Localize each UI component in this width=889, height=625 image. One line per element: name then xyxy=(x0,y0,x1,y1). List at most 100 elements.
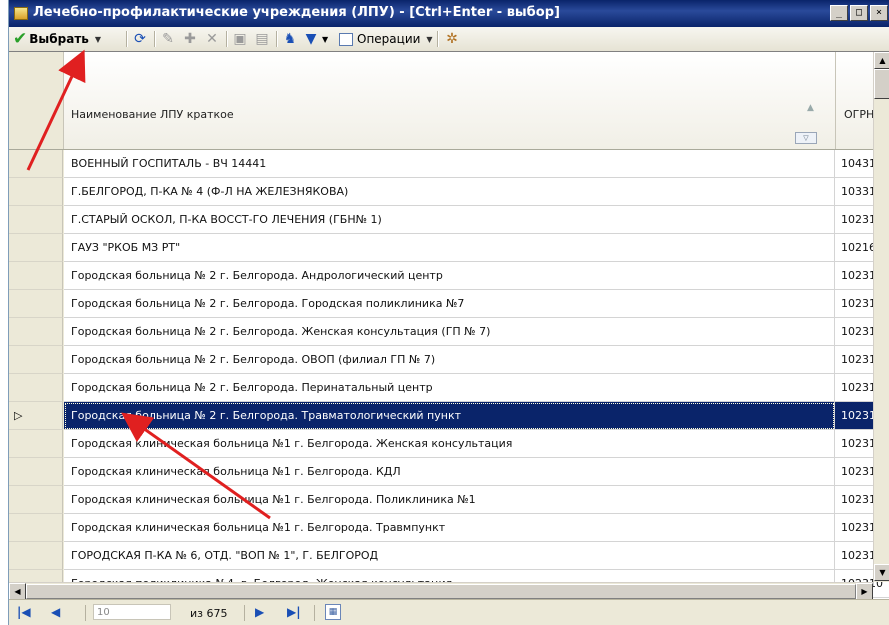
operations-button[interactable]: Операции ▼ xyxy=(339,29,433,49)
column-header-ogrn[interactable]: ОГРН xyxy=(844,108,874,121)
cell-name[interactable]: Городская клиническая больница №1 г. Бел… xyxy=(64,514,835,542)
settings-icon[interactable]: ✲ xyxy=(443,30,461,48)
cell-name[interactable]: ВОЕННЫЙ ГОСПИТАЛЬ - ВЧ 14441 xyxy=(64,150,835,178)
chevron-down-icon[interactable]: ▼ xyxy=(95,35,101,44)
last-record-icon[interactable]: ▶| xyxy=(287,605,301,619)
save-icon[interactable]: ▣ xyxy=(231,30,249,48)
table-row-selected[interactable]: ▷ Городская больница № 2 г. Белгорода. Тр… xyxy=(9,402,889,430)
first-record-icon[interactable]: |◀ xyxy=(17,605,31,619)
row-selector[interactable] xyxy=(9,374,63,402)
row-selector[interactable] xyxy=(9,514,63,542)
current-row-pointer-icon: ▷ xyxy=(14,409,23,422)
vertical-scrollbar[interactable]: ▲ ▼ xyxy=(873,52,889,582)
lpu-dialog-window: Лечебно-профилактические учреждения (ЛПУ… xyxy=(8,0,889,625)
horizontal-scrollbar[interactable]: ◀ ▶ xyxy=(9,582,873,600)
record-total-label: из 675 xyxy=(190,607,228,620)
column-divider[interactable] xyxy=(835,52,836,149)
table-row[interactable]: Городская больница № 2 г. Белгорода. Жен… xyxy=(9,318,889,346)
row-selector[interactable] xyxy=(9,318,63,346)
row-selector[interactable]: ▷ xyxy=(9,402,63,430)
row-selector[interactable] xyxy=(9,290,63,318)
header-corner xyxy=(9,52,64,149)
row-selector[interactable] xyxy=(9,178,63,206)
cell-name[interactable]: Г.БЕЛГОРОД, П-КА № 4 (Ф-Л НА ЖЕЛЕЗНЯКОВА… xyxy=(64,178,835,206)
select-button[interactable]: ✔ Выбрать ▼ xyxy=(13,29,101,49)
grid-layout-icon[interactable]: ▦ xyxy=(325,604,341,620)
maximize-button[interactable]: □ xyxy=(850,5,868,21)
table-row[interactable]: Городская больница № 2 г. Белгорода. Пер… xyxy=(9,374,889,402)
vertical-scroll-thumb[interactable] xyxy=(874,69,889,99)
table-row[interactable]: ГОРОДСКАЯ П-КА № 6, ОТД. "ВОП № 1", Г. Б… xyxy=(9,542,889,570)
checkmark-icon: ✔ xyxy=(13,28,28,49)
row-selector[interactable] xyxy=(9,262,63,290)
cell-name[interactable]: Городская больница № 2 г. Белгорода. Тра… xyxy=(64,402,835,430)
previous-record-icon[interactable]: ◀ xyxy=(51,605,60,619)
table-row[interactable]: Городская клиническая больница №1 г. Бел… xyxy=(9,514,889,542)
table-row[interactable]: Городская больница № 2 г. Белгорода. Гор… xyxy=(9,290,889,318)
table-row[interactable]: Городская больница № 2 г. Белгорода. Анд… xyxy=(9,262,889,290)
toolbar-separator xyxy=(437,31,439,47)
table-row[interactable]: Городская клиническая больница №1 г. Бел… xyxy=(9,486,889,514)
cell-name[interactable]: Городская клиническая больница №1 г. Бел… xyxy=(64,486,835,514)
grid-header: Наименование ЛПУ краткое ▲ ▽ ОГРН xyxy=(9,52,889,150)
select-button-label: Выбрать xyxy=(29,32,89,46)
cell-name[interactable]: Городская больница № 2 г. Белгорода. Жен… xyxy=(64,318,835,346)
sort-ascending-icon[interactable]: ▲ xyxy=(807,103,814,113)
toolbar: ✔ Выбрать ▼ ⟳ ✎ ✚ ✕ ▣ ▤ ♞ ▼ ▼ Операции ▼… xyxy=(9,27,889,52)
cell-name[interactable]: Городская больница № 2 г. Белгорода. Пер… xyxy=(64,374,835,402)
table-row[interactable]: ВОЕННЫЙ ГОСПИТАЛЬ - ВЧ 14441 104310 xyxy=(9,150,889,178)
save-all-icon[interactable]: ▤ xyxy=(253,30,271,48)
row-selector[interactable] xyxy=(9,458,63,486)
column-filter-icon[interactable]: ▽ xyxy=(795,132,817,144)
table-row[interactable]: Г.СТАРЫЙ ОСКОЛ, П-КА ВОССТ-ГО ЛЕЧЕНИЯ (Г… xyxy=(9,206,889,234)
add-icon[interactable]: ✚ xyxy=(181,30,199,48)
next-record-icon[interactable]: ▶ xyxy=(255,605,264,619)
row-selector[interactable] xyxy=(9,346,63,374)
cell-name[interactable]: Городская больница № 2 г. Белгорода. Гор… xyxy=(64,290,835,318)
table-row[interactable]: Г.БЕЛГОРОД, П-КА № 4 (Ф-Л НА ЖЕЛЕЗНЯКОВА… xyxy=(9,178,889,206)
scroll-left-button[interactable]: ◀ xyxy=(9,583,26,600)
navigator-separator xyxy=(85,605,86,621)
table-row[interactable]: ГАУЗ "РКОБ МЗ РТ" 102160 xyxy=(9,234,889,262)
operations-button-label: Операции xyxy=(357,32,421,46)
record-number-input[interactable]: 10 xyxy=(93,604,171,620)
close-button[interactable]: × xyxy=(870,5,888,21)
refresh-icon[interactable]: ⟳ xyxy=(131,30,149,48)
title-bar[interactable]: Лечебно-профилактические учреждения (ЛПУ… xyxy=(9,0,889,27)
minimize-button[interactable]: _ xyxy=(830,5,848,21)
cell-name[interactable]: ГОРОДСКАЯ П-КА № 6, ОТД. "ВОП № 1", Г. Б… xyxy=(64,542,835,570)
binoculars-icon[interactable]: ♞ xyxy=(281,30,299,48)
toolbar-separator xyxy=(276,31,278,47)
cell-name[interactable]: Городская клиническая больница №1 г. Бел… xyxy=(64,430,835,458)
operations-icon xyxy=(339,32,353,46)
row-selector[interactable] xyxy=(9,486,63,514)
row-selector[interactable] xyxy=(9,542,63,570)
cell-name[interactable]: ГАУЗ "РКОБ МЗ РТ" xyxy=(64,234,835,262)
cell-name[interactable]: Городская клиническая больница №1 г. Бел… xyxy=(64,458,835,486)
table-row[interactable]: Городская клиническая больница №1 г. Бел… xyxy=(9,458,889,486)
row-selector[interactable] xyxy=(9,430,63,458)
scroll-up-button[interactable]: ▲ xyxy=(874,52,889,69)
filter-icon[interactable]: ▼ xyxy=(302,30,320,48)
edit-icon[interactable]: ✎ xyxy=(159,30,177,48)
cell-name[interactable]: Городская больница № 2 г. Белгорода. ОВО… xyxy=(64,346,835,374)
table-row[interactable]: Городская клиническая больница №1 г. Бел… xyxy=(9,430,889,458)
cell-name[interactable]: Городская больница № 2 г. Белгорода. Анд… xyxy=(64,262,835,290)
row-selector[interactable] xyxy=(9,206,63,234)
delete-icon[interactable]: ✕ xyxy=(203,30,221,48)
navigator-separator xyxy=(244,605,245,621)
record-navigator: |◀ ◀ 10 из 675 ▶ ▶| ▦ xyxy=(9,599,889,625)
filter-dropdown-chevron-icon[interactable]: ▼ xyxy=(322,29,328,49)
horizontal-scroll-thumb[interactable] xyxy=(26,584,856,599)
window-controls: _ □ × xyxy=(830,5,888,22)
table-row[interactable]: Городская больница № 2 г. Белгорода. ОВО… xyxy=(9,346,889,374)
toolbar-separator xyxy=(154,31,156,47)
row-selector[interactable] xyxy=(9,150,63,178)
data-grid: Наименование ЛПУ краткое ▲ ▽ ОГРН ВОЕННЫ… xyxy=(9,51,889,600)
scroll-down-button[interactable]: ▼ xyxy=(874,564,889,581)
row-selector[interactable] xyxy=(9,234,63,262)
column-header-name[interactable]: Наименование ЛПУ краткое xyxy=(71,108,234,121)
navigator-separator xyxy=(314,605,315,621)
cell-name[interactable]: Г.СТАРЫЙ ОСКОЛ, П-КА ВОССТ-ГО ЛЕЧЕНИЯ (Г… xyxy=(64,206,835,234)
scroll-right-button[interactable]: ▶ xyxy=(856,583,873,600)
